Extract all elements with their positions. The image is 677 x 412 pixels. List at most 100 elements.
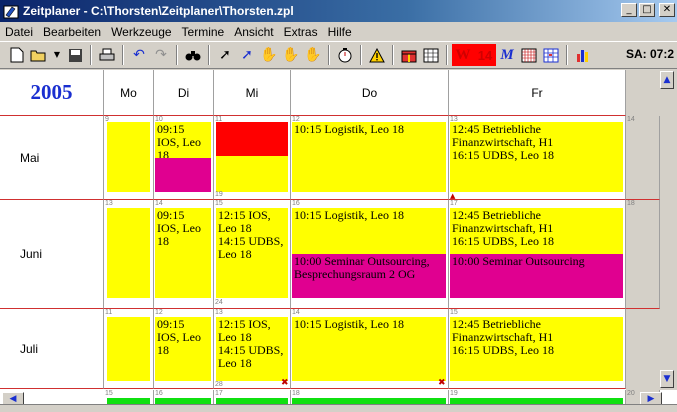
scroll-down-button[interactable]: ▼	[660, 370, 674, 388]
event-block[interactable]: 09:15 IOS, Leo 18	[155, 122, 211, 162]
menu-extras[interactable]: Extras	[279, 25, 323, 39]
day-number: 16	[292, 200, 300, 207]
day-header-fr: Fr	[449, 70, 626, 116]
event-block[interactable]: 12:45 Betriebliche Finanzwirtschaft, H1 …	[450, 122, 623, 192]
scroll-up-button[interactable]: ▲	[660, 71, 674, 89]
month-view-button[interactable]: M	[496, 44, 518, 66]
title-bar[interactable]: Zeitplaner - C:\Thorsten\Zeitplaner\Thor…	[0, 0, 677, 22]
day-cell[interactable]: 12 10:15 Logistik, Leo 18	[291, 116, 449, 200]
day-number: 14	[155, 200, 163, 207]
day-cell[interactable]: 11 19	[214, 116, 291, 200]
calendar-grid-icon[interactable]	[420, 44, 442, 66]
day-cell[interactable]: 10 09:15 IOS, Leo 18	[154, 116, 214, 200]
save-icon[interactable]	[64, 44, 86, 66]
event-block[interactable]: 12:45 Betriebliche Finanzwirtschaft, H1 …	[450, 208, 623, 254]
day-cell[interactable]: 14 09:15 IOS, Leo 18	[154, 200, 214, 309]
day-header-do: Do	[291, 70, 449, 116]
print-icon[interactable]	[96, 44, 118, 66]
event-block[interactable]	[216, 156, 288, 192]
day-number: 19	[215, 191, 223, 198]
app-icon	[3, 5, 19, 19]
binoculars-icon[interactable]	[182, 44, 204, 66]
event-block[interactable]: 12:15 IOS, Leo 18 14:15 UDBS, Leo 18	[216, 317, 288, 381]
event-block[interactable]: 12:15 IOS, Leo 18 14:15 UDBS, Leo 18	[216, 208, 288, 298]
day-number: 11	[105, 309, 113, 316]
event-block[interactable]: 09:15 IOS, Leo 18	[155, 208, 211, 298]
toolbar-separator	[328, 45, 330, 65]
event-block[interactable]	[107, 122, 150, 192]
statistics-icon[interactable]	[572, 44, 594, 66]
event-block[interactable]	[107, 317, 150, 381]
day-header-mi: Mi	[214, 70, 291, 116]
menu-datei[interactable]: Datei	[0, 25, 38, 39]
day-cell[interactable]: 13	[104, 200, 154, 309]
event-block[interactable]: 09:15 IOS, Leo 18	[155, 317, 211, 381]
status-bar	[0, 404, 677, 412]
menu-termine[interactable]: Termine	[177, 25, 230, 39]
calendar-view: 2005 Mo Di Mi Do Fr ▲ ▼ Mai 9 10 09:15 I…	[0, 70, 677, 412]
multi-month-view-icon[interactable]	[518, 44, 540, 66]
day-cell[interactable]: 15 12:45 Betriebliche Finanzwirtschaft, …	[449, 309, 626, 389]
day-number: 24	[215, 299, 223, 306]
event-block[interactable]	[107, 208, 150, 298]
stopwatch-icon[interactable]	[334, 44, 356, 66]
menu-bearbeiten[interactable]: Bearbeiten	[38, 25, 106, 39]
event-block[interactable]: 10:15 Logistik, Leo 18	[292, 208, 446, 254]
day-cell[interactable]: 17 12:45 Betriebliche Finanzwirtschaft, …	[449, 200, 626, 309]
week-view-button[interactable]: W	[452, 44, 474, 66]
warning-icon[interactable]	[366, 44, 388, 66]
event-block[interactable]: 12:45 Betriebliche Finanzwirtschaft, H1 …	[450, 317, 623, 381]
menu-hilfe[interactable]: Hilfe	[323, 25, 357, 39]
menu-ansicht[interactable]: Ansicht	[229, 25, 278, 39]
day-cell[interactable]: 15 12:15 IOS, Leo 18 14:15 UDBS, Leo 18 …	[214, 200, 291, 309]
menu-werkzeuge[interactable]: Werkzeuge	[106, 25, 176, 39]
toolbar-separator	[90, 45, 92, 65]
day-cell[interactable]: 12 09:15 IOS, Leo 18	[154, 309, 214, 389]
pointer-icon[interactable]: ➚	[214, 44, 236, 66]
hand-icon[interactable]: ✋	[258, 44, 280, 66]
hand-edit-icon[interactable]: ✋	[280, 44, 302, 66]
window-title: Zeitplaner - C:\Thorsten\Zeitplaner\Thor…	[23, 4, 294, 18]
day-number: 17	[450, 200, 458, 207]
undo-icon[interactable]: ↶	[128, 44, 150, 66]
hand-delete-icon[interactable]: ✋	[302, 44, 324, 66]
day-cell[interactable]: 11	[104, 309, 154, 389]
toolbar-separator	[176, 45, 178, 65]
event-block[interactable]	[155, 158, 211, 192]
year-view-icon[interactable]	[540, 44, 562, 66]
vertical-scrollbar[interactable]	[660, 70, 677, 390]
day-number: 28	[215, 381, 223, 388]
gift-icon[interactable]	[398, 44, 420, 66]
day-cell[interactable]: 14 10:15 Logistik, Leo 18 ✖	[291, 309, 449, 389]
day-header-di: Di	[154, 70, 214, 116]
day-number: 18	[627, 200, 635, 207]
seminar-event-block[interactable]: 10:00 Seminar Outsourcing, Besprechungsr…	[292, 254, 446, 298]
day-cell[interactable]: 13 12:45 Betriebliche Finanzwirtschaft, …	[449, 116, 626, 200]
pointer-add-icon[interactable]: ➚	[236, 44, 258, 66]
event-block[interactable]: 10:15 Logistik, Leo 18	[292, 317, 446, 381]
redo-icon[interactable]: ↷	[150, 44, 172, 66]
conflict-icon: ✖	[438, 378, 446, 388]
day-cell[interactable]: 13 12:15 IOS, Leo 18 14:15 UDBS, Leo 18 …	[214, 309, 291, 389]
month-label-juli: Juli	[0, 309, 104, 389]
toolbar: ▼ ↶ ↷ ➚ ➚ ✋ ✋ ✋ W 14 M SA: 07:2	[0, 41, 677, 69]
open-folder-icon[interactable]	[28, 44, 50, 66]
open-dropdown-icon[interactable]: ▼	[50, 44, 64, 66]
minimize-button[interactable]: _	[621, 3, 637, 17]
seminar-event-block[interactable]: 10:00 Seminar Outsourcing	[450, 254, 623, 298]
day-number: 15	[215, 200, 223, 207]
day-number: 12	[155, 309, 163, 316]
two-week-view-button[interactable]: 14	[474, 44, 496, 66]
conflict-icon: ✖	[281, 378, 289, 388]
day-cell[interactable]: 16 10:15 Logistik, Leo 18 10:00 Seminar …	[291, 200, 449, 309]
event-block[interactable]: 10:15 Logistik, Leo 18	[292, 122, 446, 192]
day-number: 17	[215, 390, 223, 397]
close-button[interactable]: ✕	[659, 3, 675, 17]
day-cell[interactable]: 9	[104, 116, 154, 200]
app-window: Zeitplaner - C:\Thorsten\Zeitplaner\Thor…	[0, 0, 677, 412]
new-file-icon[interactable]	[6, 44, 28, 66]
day-number: 18	[292, 390, 300, 397]
maximize-button[interactable]: □	[639, 3, 655, 17]
event-block[interactable]	[216, 122, 288, 156]
toolbar-separator	[392, 45, 394, 65]
